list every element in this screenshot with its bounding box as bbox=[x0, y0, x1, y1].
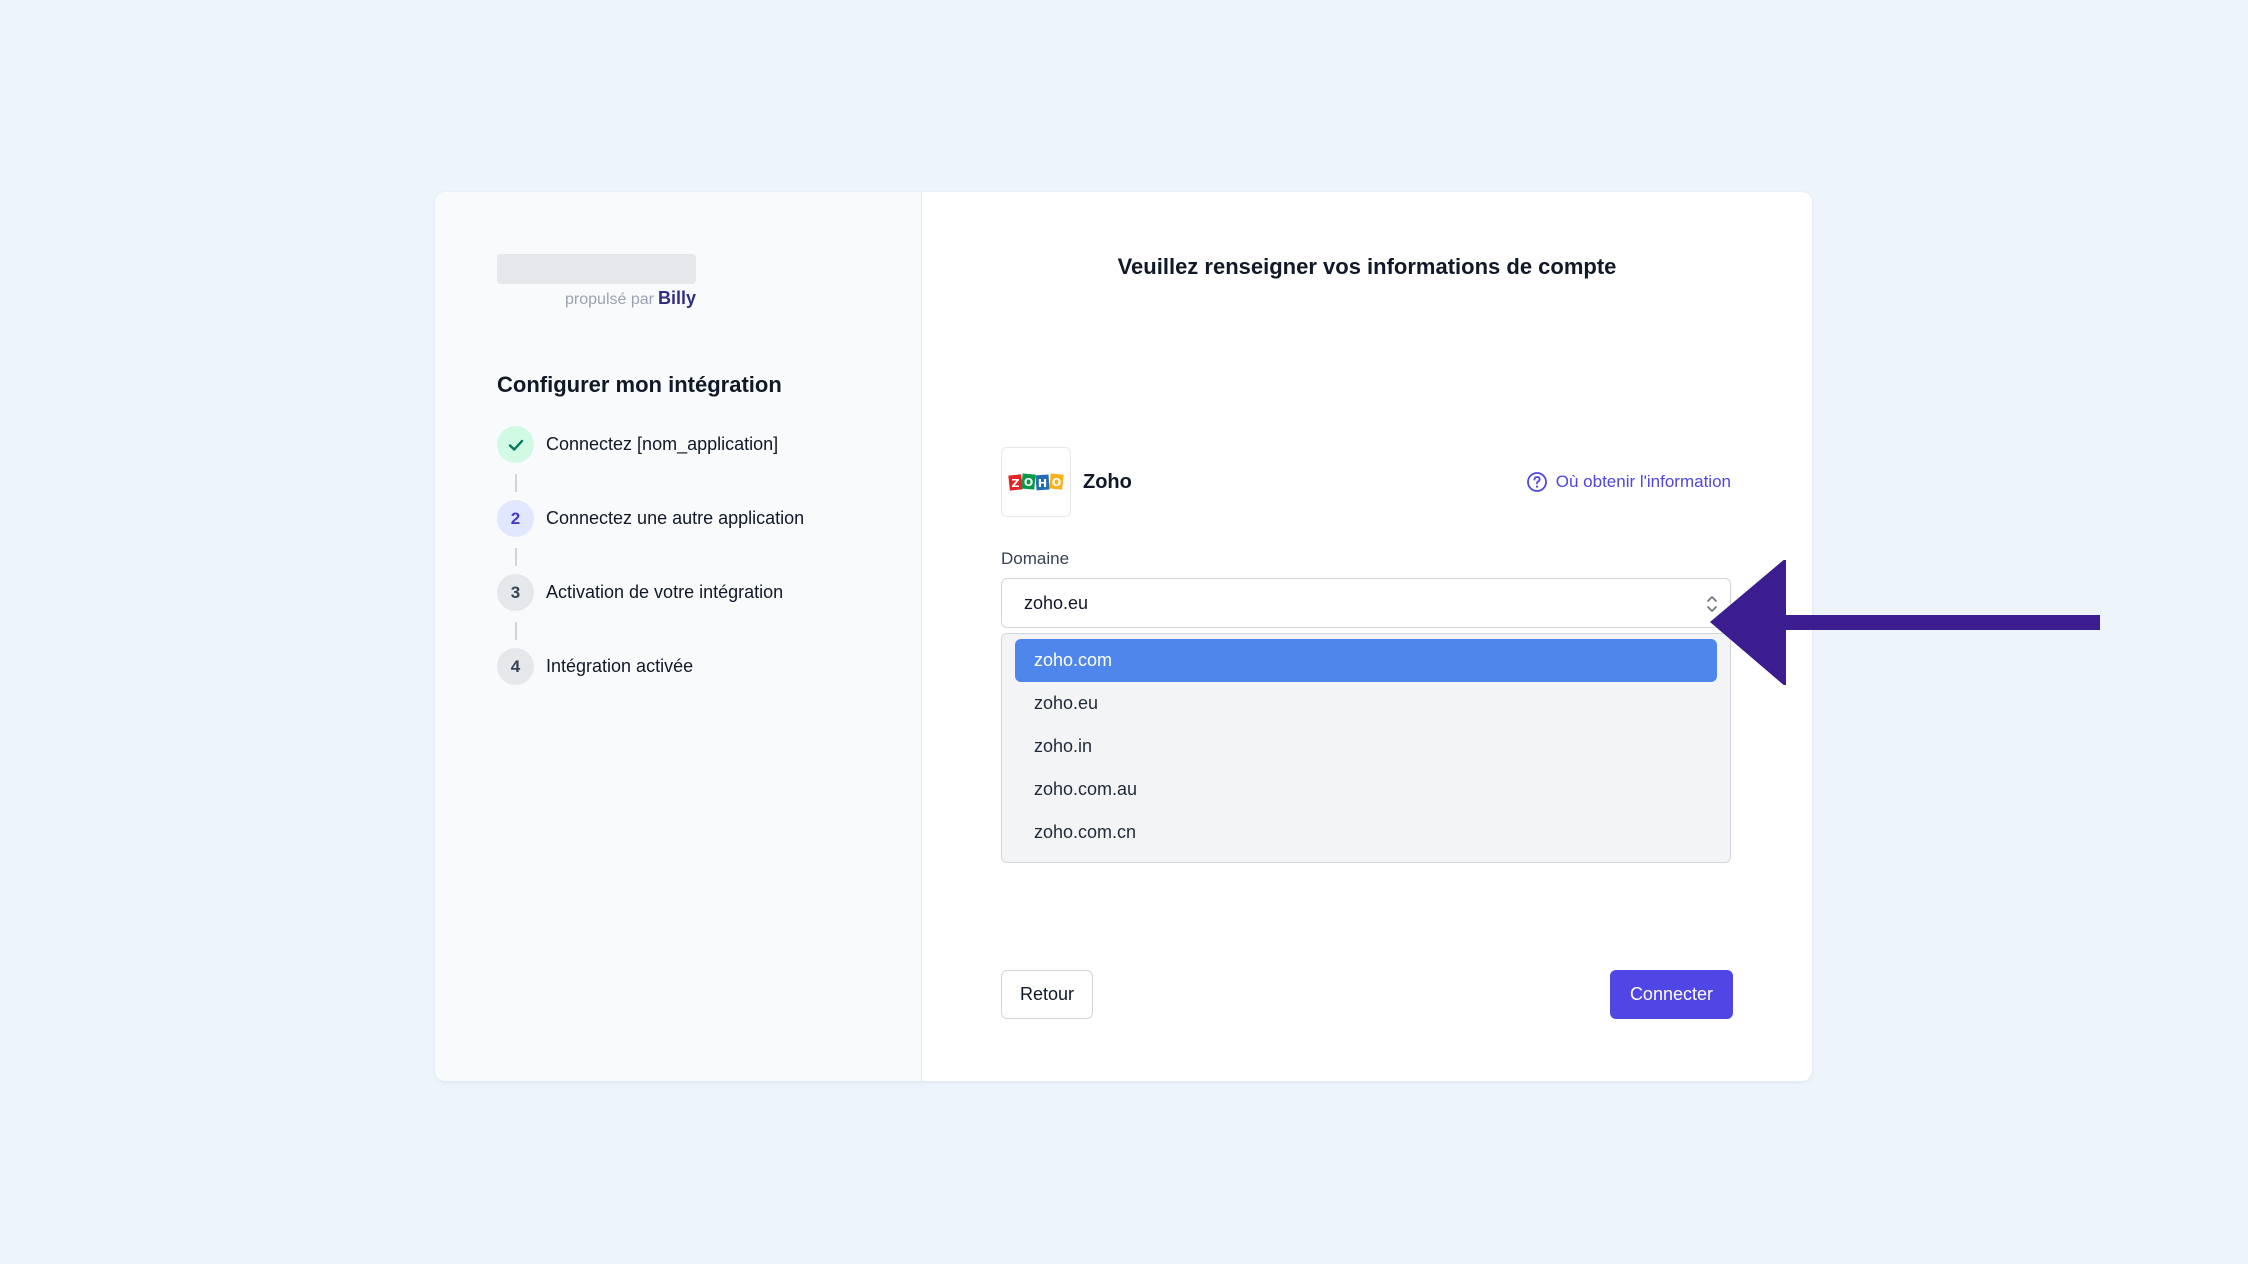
app-header: Z O H O Zoho Où obtenir l'information bbox=[1001, 447, 1731, 517]
sidebar-title: Configurer mon intégration bbox=[497, 372, 782, 397]
zoho-logo: Z O H O bbox=[1001, 447, 1071, 517]
sidebar: propulsé par Billy Configurer mon intégra… bbox=[435, 192, 922, 1081]
connect-button[interactable]: Connecter bbox=[1609, 970, 1733, 1019]
step-label: Connectez une autre application bbox=[546, 508, 805, 528]
step-label: Intégration activée bbox=[546, 656, 694, 676]
step-2: 2 Connectez une autre application bbox=[497, 500, 804, 574]
domain-option[interactable]: zoho.in bbox=[1015, 725, 1717, 768]
step-connector bbox=[515, 548, 517, 566]
step-connector bbox=[515, 622, 517, 640]
powered-by: propulsé par Billy bbox=[497, 288, 696, 309]
main-panel: Veuillez renseigner vos informations de … bbox=[922, 192, 1812, 1081]
domain-option[interactable]: zoho.com.au bbox=[1015, 768, 1717, 811]
domain-dropdown: zoho.com zoho.eu zoho.in zoho.com.au zoh… bbox=[1001, 633, 1731, 863]
app-name: Zoho bbox=[1083, 470, 1132, 493]
domain-option[interactable]: zoho.com bbox=[1015, 639, 1717, 682]
domain-option[interactable]: zoho.com.cn bbox=[1015, 811, 1717, 854]
powered-by-text: propulsé par bbox=[565, 291, 654, 308]
back-button[interactable]: Retour bbox=[1001, 970, 1094, 1019]
question-circle-icon bbox=[1526, 472, 1547, 492]
step-number: 3 bbox=[497, 574, 534, 611]
page-title: Veuillez renseigner vos informations de … bbox=[1117, 254, 1617, 279]
step-connector bbox=[515, 474, 517, 492]
check-icon bbox=[497, 426, 534, 463]
step-4: 4 Intégration activée bbox=[497, 648, 804, 722]
step-1: Connectez [nom_application] bbox=[497, 426, 804, 500]
help-link-label: Où obtenir l'information bbox=[1555, 472, 1731, 491]
annotation-arrow-icon bbox=[1710, 560, 2100, 685]
step-3: 3 Activation de votre intégration bbox=[497, 574, 804, 648]
step-number: 2 bbox=[497, 500, 534, 537]
steps-list: Connectez [nom_application] 2 Connectez … bbox=[497, 426, 804, 722]
help-link[interactable]: Où obtenir l'information bbox=[1526, 471, 1731, 493]
svg-text:H: H bbox=[1038, 477, 1047, 490]
domain-label: Domaine bbox=[1001, 549, 1070, 568]
step-label: Connectez [nom_application] bbox=[546, 434, 779, 454]
step-number: 4 bbox=[497, 648, 534, 685]
integration-card: propulsé par Billy Configurer mon intégra… bbox=[435, 192, 1812, 1081]
svg-text:O: O bbox=[1052, 476, 1061, 489]
domain-option[interactable]: zoho.eu bbox=[1015, 682, 1717, 725]
logo-placeholder bbox=[497, 254, 696, 284]
domain-select[interactable]: zoho.eu bbox=[1001, 578, 1731, 628]
svg-text:O: O bbox=[1024, 476, 1033, 489]
domain-select-value: zoho.eu bbox=[1024, 592, 1089, 613]
svg-text:Z: Z bbox=[1012, 477, 1020, 490]
step-label: Activation de votre intégration bbox=[546, 582, 784, 602]
brand-name: Billy bbox=[657, 288, 696, 308]
